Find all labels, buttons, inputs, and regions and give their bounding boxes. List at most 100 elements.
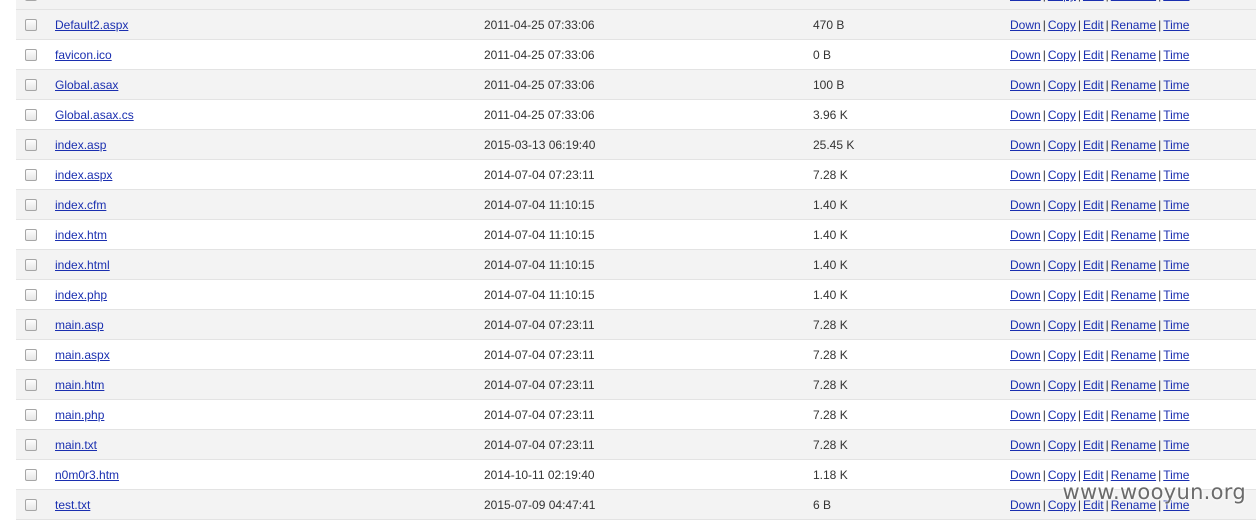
time-link[interactable]: Time [1163,168,1189,182]
rename-link[interactable]: Rename [1111,288,1156,302]
file-select-checkbox[interactable] [25,19,37,31]
file-name-link[interactable]: index.htm [55,228,107,242]
time-link[interactable]: Time [1163,108,1189,122]
down-link[interactable]: Down [1010,0,1041,2]
copy-link[interactable]: Copy [1048,0,1076,2]
edit-link[interactable]: Edit [1083,288,1104,302]
rename-link[interactable]: Rename [1111,78,1156,92]
file-select-checkbox[interactable] [25,499,37,511]
copy-link[interactable]: Copy [1048,408,1076,422]
file-select-checkbox[interactable] [25,469,37,481]
rename-link[interactable]: Rename [1111,318,1156,332]
down-link[interactable]: Down [1010,18,1041,32]
rename-link[interactable]: Rename [1111,0,1156,2]
rename-link[interactable]: Rename [1111,438,1156,452]
file-select-checkbox[interactable] [25,259,37,271]
file-select-checkbox[interactable] [25,379,37,391]
file-name-link[interactable]: favicon.ico [55,48,112,62]
edit-link[interactable]: Edit [1083,348,1104,362]
edit-link[interactable]: Edit [1083,198,1104,212]
edit-link[interactable]: Edit [1083,258,1104,272]
file-name-link[interactable]: index.html [55,258,110,272]
edit-link[interactable]: Edit [1083,318,1104,332]
down-link[interactable]: Down [1010,348,1041,362]
rename-link[interactable]: Rename [1111,168,1156,182]
edit-link[interactable]: Edit [1083,138,1104,152]
file-name-link[interactable]: main.txt [55,438,97,452]
down-link[interactable]: Down [1010,48,1041,62]
down-link[interactable]: Down [1010,78,1041,92]
time-link[interactable]: Time [1163,18,1189,32]
copy-link[interactable]: Copy [1048,168,1076,182]
rename-link[interactable]: Rename [1111,138,1156,152]
rename-link[interactable]: Rename [1111,108,1156,122]
file-select-checkbox[interactable] [25,49,37,61]
down-link[interactable]: Down [1010,408,1041,422]
down-link[interactable]: Down [1010,378,1041,392]
rename-link[interactable]: Rename [1111,408,1156,422]
file-select-checkbox[interactable] [25,109,37,121]
copy-link[interactable]: Copy [1048,348,1076,362]
copy-link[interactable]: Copy [1048,378,1076,392]
time-link[interactable]: Time [1163,318,1189,332]
time-link[interactable]: Time [1163,378,1189,392]
file-name-link[interactable]: index.cfm [55,198,106,212]
edit-link[interactable]: Edit [1083,438,1104,452]
edit-link[interactable]: Edit [1083,228,1104,242]
time-link[interactable]: Time [1163,408,1189,422]
rename-link[interactable]: Rename [1111,348,1156,362]
file-name-link[interactable]: Default2.aspx [55,18,128,32]
down-link[interactable]: Down [1010,318,1041,332]
edit-link[interactable]: Edit [1083,0,1104,2]
file-name-link[interactable]: main.asp [55,318,104,332]
rename-link[interactable]: Rename [1111,228,1156,242]
file-select-checkbox[interactable] [25,169,37,181]
down-link[interactable]: Down [1010,168,1041,182]
down-link[interactable]: Down [1010,498,1041,512]
file-select-checkbox[interactable] [25,349,37,361]
file-name-link[interactable]: index.aspx [55,168,112,182]
file-name-link[interactable]: main.htm [55,378,104,392]
file-select-checkbox[interactable] [25,79,37,91]
time-link[interactable]: Time [1163,138,1189,152]
down-link[interactable]: Down [1010,198,1041,212]
rename-link[interactable]: Rename [1111,18,1156,32]
file-select-checkbox[interactable] [25,289,37,301]
file-select-checkbox[interactable] [25,0,37,1]
file-name-link[interactable]: main.aspx [55,348,110,362]
copy-link[interactable]: Copy [1048,318,1076,332]
file-select-checkbox[interactable] [25,409,37,421]
copy-link[interactable]: Copy [1048,138,1076,152]
time-link[interactable]: Time [1163,228,1189,242]
file-select-checkbox[interactable] [25,439,37,451]
time-link[interactable]: Time [1163,258,1189,272]
edit-link[interactable]: Edit [1083,18,1104,32]
down-link[interactable]: Down [1010,258,1041,272]
file-name-link[interactable]: main.php [55,408,104,422]
file-name-link[interactable]: n0m0r3.htm [55,468,119,482]
down-link[interactable]: Down [1010,468,1041,482]
copy-link[interactable]: Copy [1048,78,1076,92]
time-link[interactable]: Time [1163,0,1189,2]
rename-link[interactable]: Rename [1111,48,1156,62]
file-name-link[interactable]: index.php [55,288,107,302]
time-link[interactable]: Time [1163,198,1189,212]
edit-link[interactable]: Edit [1083,378,1104,392]
edit-link[interactable]: Edit [1083,78,1104,92]
file-select-checkbox[interactable] [25,319,37,331]
time-link[interactable]: Time [1163,48,1189,62]
edit-link[interactable]: Edit [1083,168,1104,182]
down-link[interactable]: Down [1010,138,1041,152]
edit-link[interactable]: Edit [1083,408,1104,422]
file-select-checkbox[interactable] [25,199,37,211]
copy-link[interactable]: Copy [1048,108,1076,122]
copy-link[interactable]: Copy [1048,438,1076,452]
time-link[interactable]: Time [1163,438,1189,452]
rename-link[interactable]: Rename [1111,198,1156,212]
time-link[interactable]: Time [1163,288,1189,302]
time-link[interactable]: Time [1163,78,1189,92]
copy-link[interactable]: Copy [1048,198,1076,212]
down-link[interactable]: Down [1010,228,1041,242]
file-name-link[interactable]: Global.asax.cs [55,108,134,122]
down-link[interactable]: Down [1010,438,1041,452]
